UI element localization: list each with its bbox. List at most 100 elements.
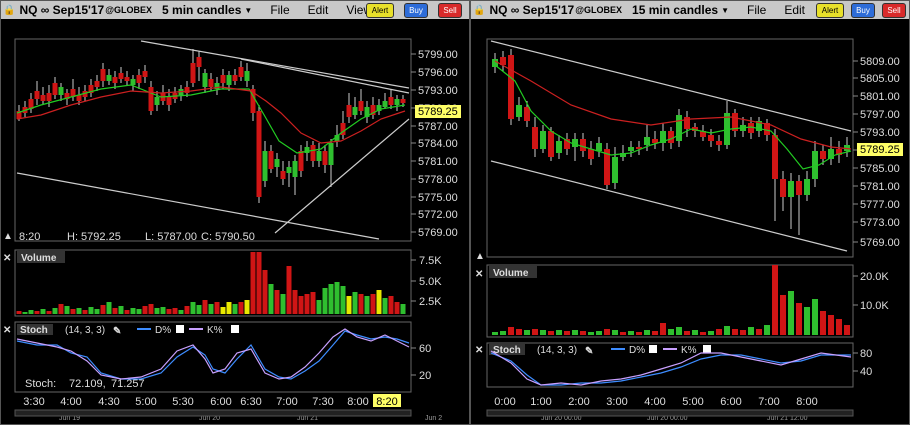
volume-bar bbox=[508, 327, 514, 335]
time-tick-label: 6:00 bbox=[720, 396, 741, 408]
volume-bar bbox=[22, 312, 28, 314]
volume-bar bbox=[202, 300, 208, 314]
volume-bar bbox=[644, 330, 650, 335]
volume-bar bbox=[136, 309, 142, 314]
time-tick-label: 4:00 bbox=[644, 396, 665, 408]
volume-bar bbox=[220, 307, 226, 314]
candle-body bbox=[516, 105, 522, 117]
volume-bar bbox=[82, 310, 88, 314]
volume-bar bbox=[100, 305, 106, 314]
time-tick-label: 3:00 bbox=[606, 396, 627, 408]
volume-bar bbox=[322, 288, 328, 314]
volume-bar bbox=[208, 304, 214, 314]
candle-body bbox=[508, 55, 514, 119]
price-tick-label: 5775.00 bbox=[418, 192, 458, 204]
k-checkbox bbox=[231, 325, 239, 333]
candle-body bbox=[400, 99, 406, 103]
volume-bar bbox=[88, 307, 94, 314]
time-tick-label: 7:30 bbox=[312, 396, 333, 408]
chart-canvas[interactable]: 5799.005796.005793.005790.005787.005784.… bbox=[1, 1, 470, 425]
volume-bar bbox=[214, 302, 220, 314]
candle-body bbox=[232, 75, 238, 81]
candle-body bbox=[52, 83, 58, 95]
time-tick-label: 1:00 bbox=[530, 396, 551, 408]
crosshair-icon[interactable]: ▲ bbox=[475, 251, 485, 262]
volume-bar bbox=[636, 332, 642, 335]
candle-body bbox=[596, 143, 602, 151]
edit-icon[interactable]: ✎ bbox=[585, 346, 593, 357]
volume-bar bbox=[556, 330, 562, 335]
chart-canvas[interactable]: 5809.00 5805.00 5801.00 5797.00 5793.00 5789.… bbox=[471, 1, 910, 425]
last-price-label: 5789.25 bbox=[418, 106, 458, 118]
volume-bar bbox=[358, 294, 364, 314]
stoch-tick-label: 60 bbox=[419, 343, 431, 355]
candle-body bbox=[588, 149, 594, 159]
volume-bar bbox=[112, 308, 118, 314]
volume-bar bbox=[334, 282, 340, 314]
candle-body bbox=[716, 141, 722, 145]
volume-bar bbox=[172, 308, 178, 314]
volume-label: Volume bbox=[493, 268, 529, 279]
volume-tick-label: 10.0K bbox=[860, 300, 889, 312]
candle-body bbox=[382, 101, 388, 107]
volume-bar bbox=[532, 329, 538, 335]
candle-body bbox=[112, 77, 118, 83]
volume-bar bbox=[262, 270, 268, 314]
date-label: Jun 2 bbox=[425, 415, 442, 422]
volume-bar bbox=[724, 326, 730, 335]
stoch-tick-label: 80 bbox=[860, 348, 872, 360]
horizontal-scrollbar[interactable] bbox=[486, 409, 854, 417]
volume-bar bbox=[548, 331, 554, 335]
candle-body bbox=[58, 87, 64, 95]
price-tick-label: 5809.00 bbox=[860, 56, 900, 68]
time-tick-label: 5:30 bbox=[172, 396, 193, 408]
volume-bar bbox=[812, 299, 818, 335]
crosshair-icon[interactable]: ▲ bbox=[3, 231, 13, 242]
time-tick-label: 8:00 bbox=[347, 396, 368, 408]
candle-body bbox=[298, 151, 304, 171]
candle-body bbox=[268, 151, 274, 169]
chart-window-15min: 🔒 NQ ∞ Sep15'17 @GLOBEX 15 min candles ▼ … bbox=[470, 0, 910, 425]
volume-bar bbox=[118, 306, 124, 314]
candle-body bbox=[532, 127, 538, 149]
volume-bar bbox=[304, 294, 310, 314]
stoch-params: (14, 3, 3) bbox=[537, 345, 577, 356]
volume-bar bbox=[780, 295, 786, 335]
price-tick-label: 5799.00 bbox=[418, 49, 458, 61]
volume-bar bbox=[178, 310, 184, 314]
volume-bar bbox=[708, 331, 714, 335]
volume-bar bbox=[604, 329, 610, 335]
candle-body bbox=[106, 75, 112, 81]
volume-bar bbox=[346, 296, 352, 314]
candle-body bbox=[148, 87, 154, 111]
volume-bar bbox=[764, 325, 770, 335]
volume-bar bbox=[388, 296, 394, 314]
volume-bar bbox=[376, 290, 382, 314]
bar-low: L: 5787.00 bbox=[145, 231, 197, 243]
d-legend-label: D% bbox=[629, 345, 645, 356]
volume-bar bbox=[16, 311, 22, 314]
edit-icon[interactable]: ✎ bbox=[113, 326, 121, 337]
volume-bar bbox=[836, 319, 842, 335]
candle-body bbox=[316, 151, 322, 161]
close-panel-icon[interactable]: ✕ bbox=[475, 345, 483, 356]
volume-bar bbox=[70, 309, 76, 314]
volume-bar bbox=[184, 306, 190, 314]
close-panel-icon[interactable]: ✕ bbox=[3, 325, 11, 336]
close-panel-icon[interactable]: ✕ bbox=[3, 253, 11, 264]
candle-body bbox=[46, 93, 52, 101]
volume-bar bbox=[328, 284, 334, 314]
volume-bar bbox=[46, 311, 52, 314]
volume-bar bbox=[716, 329, 722, 335]
time-tick-label: 7:00 bbox=[758, 396, 779, 408]
price-tick-label: 5777.00 bbox=[860, 199, 900, 211]
volume-bar bbox=[652, 331, 658, 335]
volume-bar bbox=[76, 308, 82, 314]
close-panel-icon[interactable]: ✕ bbox=[475, 269, 483, 280]
bar-high: H: 5792.25 bbox=[67, 231, 121, 243]
candle-body bbox=[256, 111, 262, 197]
horizontal-scrollbar[interactable] bbox=[14, 409, 412, 417]
candle-body bbox=[352, 107, 358, 115]
candle-body bbox=[166, 97, 172, 105]
candle-body bbox=[94, 81, 100, 87]
